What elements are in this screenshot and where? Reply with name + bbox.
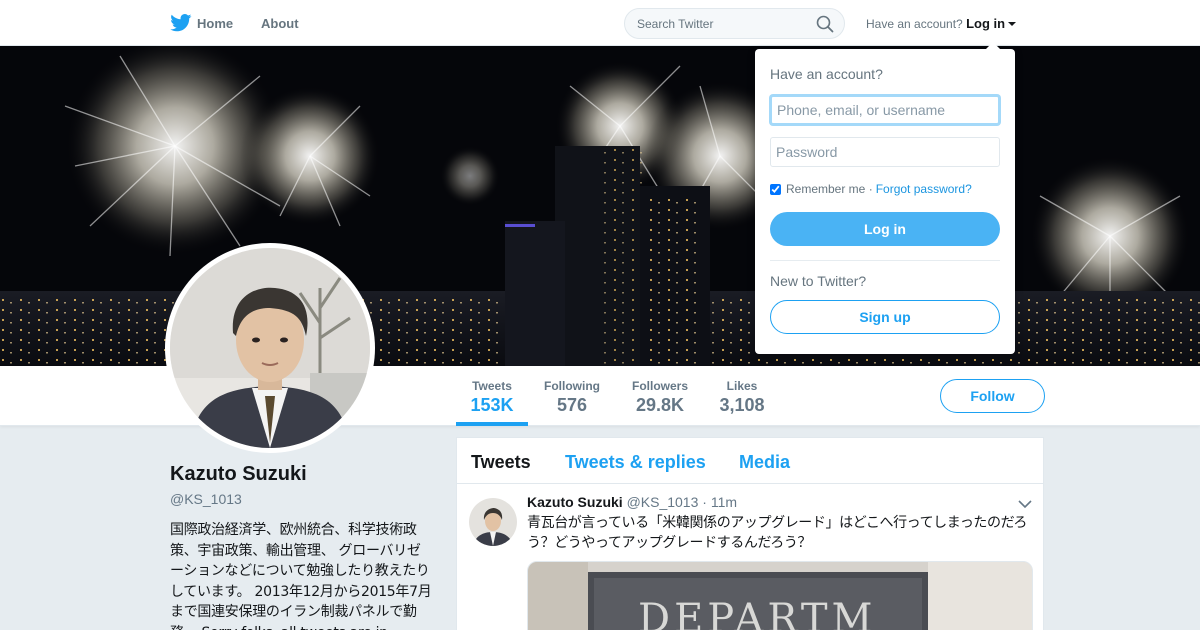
stat-following-label: Following (544, 379, 600, 393)
timeline: Tweets Tweets & replies Media Kazuto Suz… (456, 437, 1044, 630)
login-dropdown-title: Have an account? (770, 66, 883, 82)
stat-tweets-value: 153K (470, 395, 514, 415)
chevron-down-icon[interactable] (1018, 499, 1032, 509)
remember-me-label[interactable]: Remember me (786, 182, 865, 196)
stat-following[interactable]: Following 576 (539, 366, 605, 426)
profile-bio: 国際政治経済学、欧州統合、科学技術政策、宇宙政策、輸出管理、 グローバリゼーショ… (170, 522, 432, 630)
tweet[interactable]: Kazuto Suzuki @KS_1013 · 11m 青瓦台が言っている「米… (457, 484, 1043, 630)
divider (770, 260, 1000, 261)
tweet-author-name[interactable]: Kazuto Suzuki (527, 494, 623, 510)
avatar-photo (170, 248, 370, 448)
nav-home-label: Home (197, 15, 234, 31)
remember-me-checkbox[interactable] (770, 183, 781, 195)
search-box (624, 8, 845, 39)
nav-home-link[interactable]: Home (170, 0, 233, 46)
stat-following-value: 576 (556, 395, 588, 415)
search-input[interactable] (625, 9, 810, 38)
stat-likes[interactable]: Likes 3,108 (714, 366, 770, 426)
tweet-avatar-photo (469, 498, 517, 546)
search-icon[interactable] (816, 15, 834, 33)
new-to-twitter-label: New to Twitter? (770, 273, 867, 289)
stat-tweets-label: Tweets (472, 379, 512, 393)
remember-row: Remember me · Forgot password? (770, 182, 972, 196)
caret-down-icon (1008, 22, 1017, 26)
tweet-timestamp[interactable]: · 11m (702, 494, 737, 510)
username-field[interactable] (770, 95, 1000, 125)
profile-name[interactable]: Kazuto Suzuki (170, 463, 307, 486)
tab-tweets-replies[interactable]: Tweets & replies (565, 452, 706, 473)
forgot-password-link[interactable]: Forgot password? (876, 182, 972, 196)
stat-likes-value: 3,108 (719, 395, 765, 415)
svg-text:DEPARTM: DEPARTM (638, 596, 876, 630)
login-link[interactable]: Log in (966, 16, 1005, 31)
login-button[interactable]: Log in (770, 212, 1000, 246)
department-sign-photo: DEPARTM (528, 562, 1032, 630)
tweet-text: 青瓦台が言っている「米韓関係のアップグレード」はどこへ行ってしまったのだろう？ど… (527, 515, 1027, 551)
account-login-toggle[interactable]: Have an account? Log in (866, 16, 1017, 31)
nav-about-label: About (261, 15, 299, 31)
stat-followers-value: 29.8K (635, 395, 685, 415)
tab-media[interactable]: Media (739, 452, 790, 473)
profile-avatar[interactable] (165, 243, 375, 453)
login-dropdown: Have an account? Remember me · Forgot pa… (755, 42, 1015, 354)
password-field[interactable] (770, 137, 1000, 167)
stat-followers-label: Followers (631, 379, 688, 393)
account-prompt: Have an account? (866, 17, 963, 31)
profile-handle[interactable]: @KS_1013 (170, 491, 242, 507)
tweet-media-image[interactable]: DEPARTM (527, 561, 1033, 630)
separator-dot: · (865, 182, 873, 196)
tweet-header: Kazuto Suzuki @KS_1013 · 11m (527, 494, 737, 510)
stat-likes-label: Likes (726, 379, 758, 393)
nav-about-link[interactable]: About (261, 0, 299, 46)
stat-followers[interactable]: Followers 29.8K (626, 366, 694, 426)
dropdown-arrow (985, 42, 1001, 50)
tweet-avatar[interactable] (469, 498, 517, 546)
stat-tweets[interactable]: Tweets 153K (456, 366, 528, 426)
signup-button[interactable]: Sign up (770, 300, 1000, 334)
tweet-author-handle[interactable]: @KS_1013 (627, 494, 699, 510)
tab-tweets[interactable]: Tweets (471, 452, 531, 473)
twitter-bird-icon (170, 14, 192, 32)
follow-button[interactable]: Follow (940, 379, 1045, 413)
top-bar: Home About Have an account? Log in (0, 0, 1200, 46)
timeline-tabs: Tweets Tweets & replies Media (457, 438, 1043, 484)
